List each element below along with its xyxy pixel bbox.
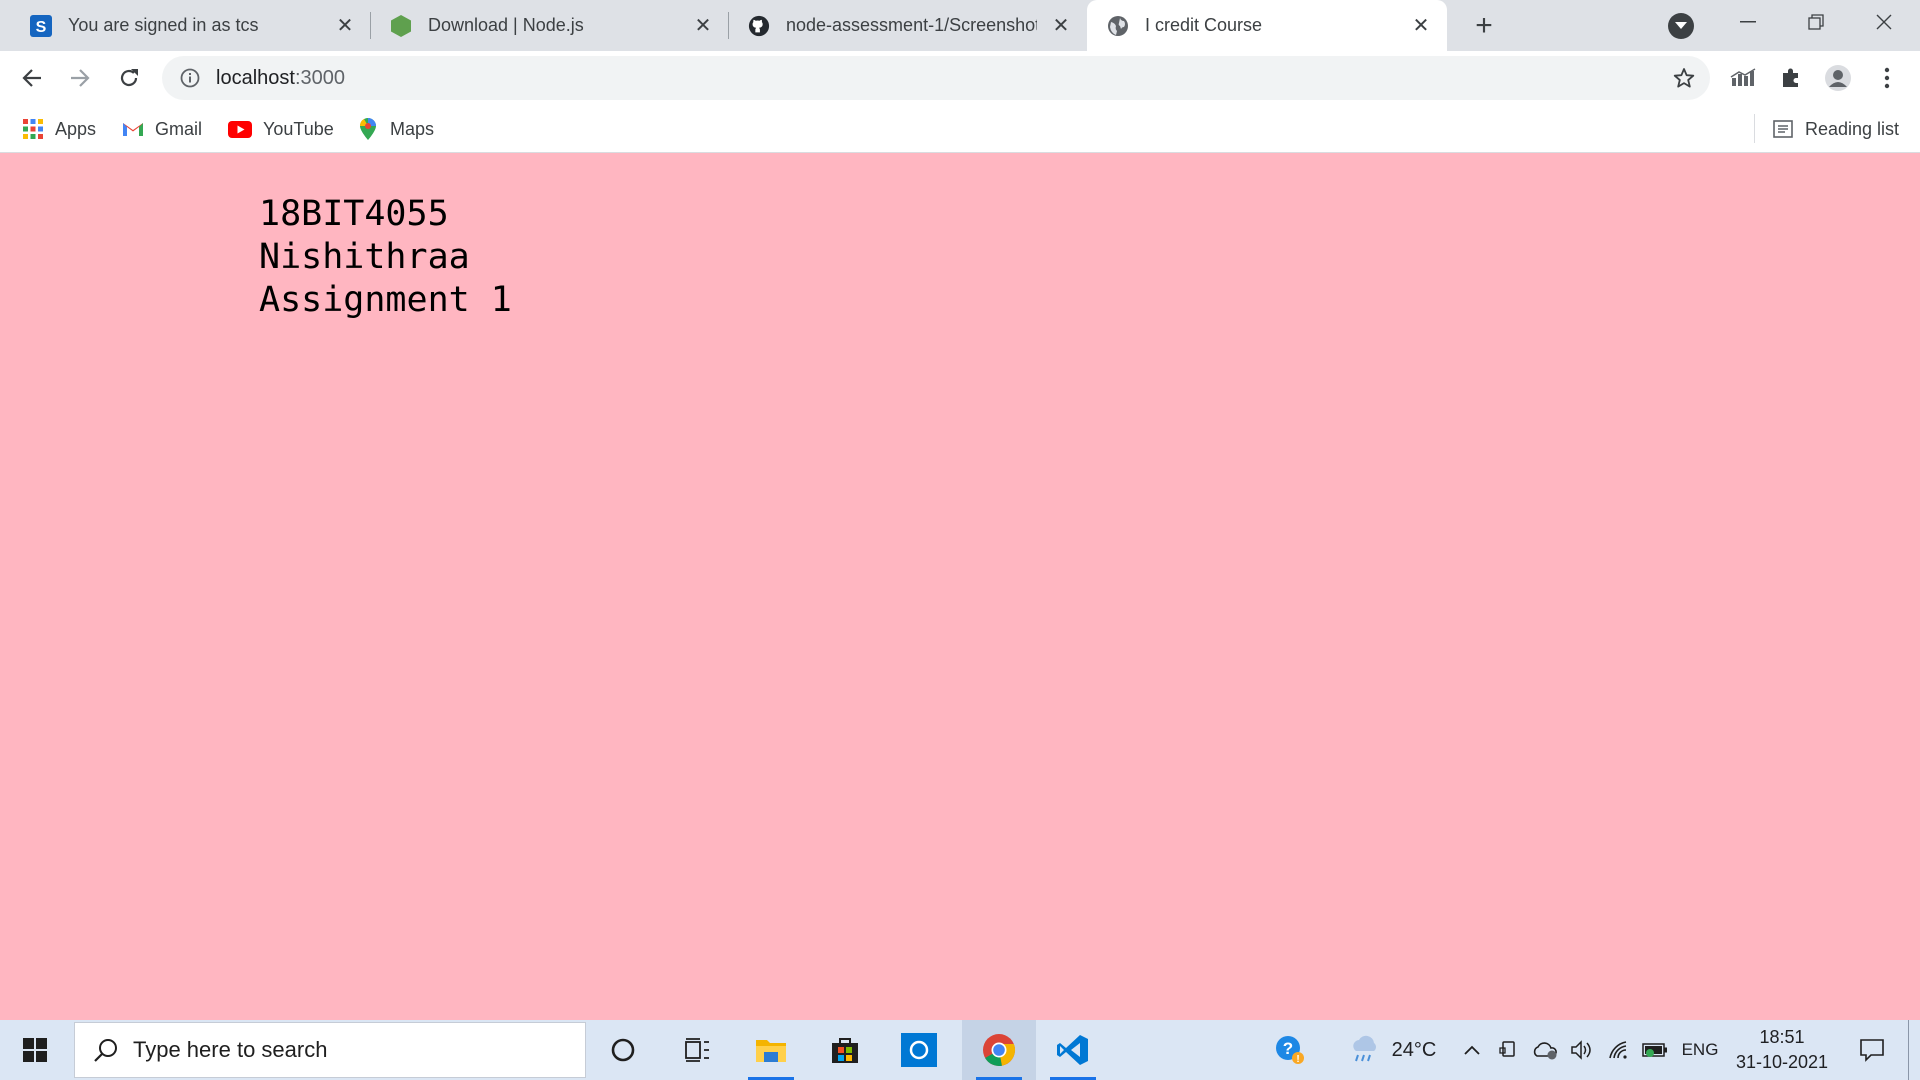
reading-list-button[interactable]: Reading list xyxy=(1772,114,1899,144)
weather-rain-icon[interactable] xyxy=(1342,1020,1388,1080)
meet-now-icon[interactable] xyxy=(1494,1020,1524,1080)
bookmarks-bar: Apps Gmail YouTube Maps Reading list xyxy=(0,104,1920,153)
menu-kebab-icon[interactable] xyxy=(1868,59,1906,97)
url-text: localhost:3000 xyxy=(216,66,345,89)
close-icon[interactable]: ✕ xyxy=(333,13,357,37)
tab-title: node-assessment-1/Screenshot ( xyxy=(786,15,1037,35)
search-icon xyxy=(91,1035,121,1065)
window-close-icon[interactable] xyxy=(1850,0,1918,44)
back-icon[interactable] xyxy=(13,59,51,97)
reading-list-label: Reading list xyxy=(1805,118,1900,139)
clock-date: 31-10-2021 xyxy=(1735,1052,1829,1072)
vscode-icon[interactable] xyxy=(1036,1020,1110,1080)
globe-icon xyxy=(1107,15,1129,37)
bookmark-star-icon[interactable] xyxy=(1672,66,1696,90)
bookmark-label: YouTube xyxy=(263,118,334,139)
windows-start-icon[interactable] xyxy=(0,1020,70,1080)
wifi-icon[interactable] xyxy=(1604,1020,1636,1080)
onedrive-icon[interactable] xyxy=(1528,1020,1562,1080)
tab-nodejs[interactable]: Download | Node.js ✕ xyxy=(371,0,729,51)
help-icon[interactable]: ?! xyxy=(1268,1020,1312,1080)
close-icon[interactable]: ✕ xyxy=(1049,13,1073,37)
page-content: 18BIT4055 Nishithraa Assignment 1 xyxy=(0,153,1920,1020)
maps-pin-icon xyxy=(357,118,379,140)
bookmark-apps[interactable]: Apps xyxy=(22,114,96,144)
show-desktop-divider[interactable] xyxy=(1908,1020,1909,1080)
bookmark-label: Apps xyxy=(55,118,97,139)
s-logo-icon: S xyxy=(30,14,52,37)
extensions-puzzle-icon[interactable] xyxy=(1772,59,1810,97)
performance-extension-icon[interactable] xyxy=(1724,59,1762,97)
close-icon[interactable]: ✕ xyxy=(1409,13,1433,37)
tab-title: Download | Node.js xyxy=(428,15,584,35)
gmail-icon xyxy=(122,118,144,140)
svg-text:?: ? xyxy=(1283,1039,1293,1058)
battery-icon[interactable] xyxy=(1638,1020,1672,1080)
volume-icon[interactable] xyxy=(1566,1020,1598,1080)
chevron-up-icon[interactable] xyxy=(1458,1020,1486,1080)
file-explorer-icon[interactable] xyxy=(734,1020,808,1080)
minimize-icon[interactable] xyxy=(1714,0,1782,44)
search-placeholder: Type here to search xyxy=(133,1037,328,1062)
profile-avatar-icon[interactable] xyxy=(1819,59,1857,97)
task-view-icon[interactable] xyxy=(660,1020,734,1080)
weather-temperature[interactable]: 24°C xyxy=(1388,1020,1440,1080)
mail-app-icon[interactable] xyxy=(882,1020,956,1080)
system-clock[interactable]: 18:51 31-10-2021 xyxy=(1728,1025,1836,1075)
student-id-text: 18BIT4055 xyxy=(259,194,449,234)
svg-text:S: S xyxy=(36,19,47,36)
tab-search-icon[interactable] xyxy=(1668,13,1694,39)
tab-title: You are signed in as tcs xyxy=(68,15,259,35)
nodejs-icon xyxy=(390,14,412,37)
tab-github[interactable]: node-assessment-1/Screenshot ( ✕ xyxy=(729,0,1087,51)
tab-signed-in[interactable]: S You are signed in as tcs ✕ xyxy=(0,0,371,51)
chrome-icon[interactable] xyxy=(962,1020,1036,1080)
close-icon[interactable]: ✕ xyxy=(691,13,715,37)
clock-time: 18:51 xyxy=(1759,1027,1805,1047)
cortana-icon[interactable] xyxy=(586,1020,660,1080)
info-icon[interactable] xyxy=(178,66,202,90)
notifications-icon[interactable] xyxy=(1852,1020,1892,1080)
microsoft-store-icon[interactable] xyxy=(808,1020,882,1080)
github-icon xyxy=(748,15,770,37)
student-name-text: Nishithraa xyxy=(259,237,470,277)
reload-icon[interactable] xyxy=(110,59,148,97)
forward-icon[interactable] xyxy=(61,59,99,97)
bookmark-youtube[interactable]: YouTube xyxy=(228,114,334,144)
assignment-title-text: Assignment 1 xyxy=(259,280,512,320)
page-text-block: 18BIT4055 Nishithraa Assignment 1 xyxy=(259,193,512,322)
bookmark-label: Maps xyxy=(390,118,435,139)
tab-strip: S You are signed in as tcs ✕ Download | … xyxy=(0,0,1920,51)
bookmark-gmail[interactable]: Gmail xyxy=(122,114,202,144)
apps-grid-icon xyxy=(22,118,44,140)
youtube-icon xyxy=(228,118,252,140)
restore-icon[interactable] xyxy=(1782,0,1850,44)
bookmark-label: Gmail xyxy=(155,118,203,139)
reading-list-icon xyxy=(1772,118,1794,140)
browser-toolbar: localhost:3000 xyxy=(0,51,1920,104)
new-tab-button[interactable]: + xyxy=(1466,8,1502,44)
input-language[interactable]: ENG xyxy=(1674,1020,1726,1080)
svg-text:!: ! xyxy=(1296,1054,1299,1065)
taskbar: Type here to search ?! 24°C ENG 18:51 31… xyxy=(0,1020,1920,1080)
tab-credit-course[interactable]: I credit Course ✕ xyxy=(1087,0,1447,51)
bookmark-maps[interactable]: Maps xyxy=(357,114,434,144)
taskbar-search-box[interactable]: Type here to search xyxy=(74,1022,586,1078)
tab-title: I credit Course xyxy=(1145,15,1263,35)
address-bar[interactable]: localhost:3000 xyxy=(162,56,1710,100)
